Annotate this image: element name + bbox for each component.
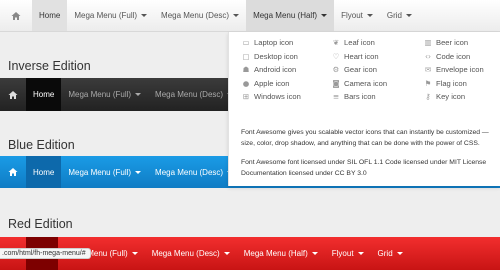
mega-license-text: Font Awesome font licensed under SIL OFL…	[241, 159, 487, 177]
chevron-down-icon	[135, 93, 142, 96]
icon-item-label: Flag icon	[436, 78, 467, 88]
nav-mega-desc-label: Mega Menu (Desc)	[155, 90, 224, 99]
code-icon: ‹›	[425, 51, 431, 61]
mega-description-text: Font Awesome gives you scalable vector i…	[241, 129, 489, 147]
nav-mega-full[interactable]: Mega Menu (Full)	[67, 0, 154, 31]
icon-item-label: Heart icon	[344, 51, 379, 61]
nav-mega-full[interactable]: Mega Menu (Full)	[61, 156, 148, 188]
icon-item-label: Android icon	[254, 65, 297, 74]
home-icon[interactable]	[0, 78, 26, 111]
icon-item-windows[interactable]: ⊞ Windows icon	[241, 92, 331, 101]
icon-item-code[interactable]: ‹› Code icon	[423, 52, 500, 61]
apple-icon: ●	[242, 78, 250, 88]
navbar-default: Home Mega Menu (Full) Mega Menu (Desc) M…	[0, 0, 500, 32]
icon-list: ▭ Laptop icon ❦ Leaf icon ▥ Beer icon ▢ Desk…	[241, 38, 490, 101]
chevron-down-icon	[141, 14, 148, 17]
icon-item-laptop[interactable]: ▭ Laptop icon	[241, 38, 331, 47]
nav-mega-full[interactable]: Mega Menu (Full)	[61, 78, 148, 111]
icon-item-label: Bars icon	[344, 92, 376, 101]
icon-item-leaf[interactable]: ❦ Leaf icon	[331, 38, 423, 47]
nav-grid[interactable]: Grid	[380, 0, 419, 31]
flag-icon: ⚑	[424, 78, 432, 88]
chevron-down-icon	[321, 14, 328, 17]
icon-item-desktop[interactable]: ▢ Desktop icon	[241, 52, 331, 61]
beer-icon: ▥	[424, 38, 432, 47]
status-url-bar: .com/html/fh-mega-menu/#	[0, 248, 91, 259]
nav-flyout-label: Flyout	[331, 249, 354, 258]
home-icon[interactable]	[0, 156, 26, 188]
nav-mega-desc-label: Mega Menu (Desc)	[151, 249, 220, 258]
icon-item-label: Windows icon	[254, 92, 301, 101]
icon-item-label: Gear icon	[344, 65, 377, 74]
icon-item-label: Beer icon	[436, 38, 469, 47]
chevron-down-icon	[406, 14, 413, 17]
gear-icon: ⚙	[332, 65, 340, 74]
nav-mega-desc[interactable]: Mega Menu (Desc)	[145, 237, 237, 270]
nav-mega-desc-label: Mega Menu (Desc)	[161, 11, 230, 20]
chevron-down-icon	[233, 14, 240, 17]
desktop-icon: ▢	[242, 51, 250, 61]
nav-mega-desc[interactable]: Mega Menu (Desc)	[148, 156, 240, 188]
icon-item-beer[interactable]: ▥ Beer icon	[423, 38, 500, 47]
mega-menu-half-panel: ▭ Laptop icon ❦ Leaf icon ▥ Beer icon ▢ Desk…	[228, 32, 500, 186]
nav-flyout[interactable]: Flyout	[325, 237, 371, 270]
icon-item-label: Apple icon	[254, 78, 290, 88]
nav-home-link[interactable]: Home	[26, 78, 62, 111]
icon-item-label: Laptop icon	[254, 38, 294, 47]
chevron-down-icon	[311, 252, 318, 255]
icon-item-label: Envelope icon	[436, 65, 484, 74]
nav-mega-half-label: Mega Menu (Half)	[253, 11, 318, 20]
nav-mega-full-label: Mega Menu (Full)	[68, 167, 132, 177]
nav-flyout[interactable]: Flyout	[334, 0, 380, 31]
red-edition-title: Red Edition	[8, 217, 73, 231]
windows-icon: ⊞	[242, 92, 250, 101]
nav-mega-half[interactable]: Mega Menu (Half)	[246, 0, 335, 31]
chevron-down-icon	[366, 14, 373, 17]
nav-mega-desc[interactable]: Mega Menu (Desc)	[154, 0, 246, 31]
chevron-down-icon	[131, 252, 138, 255]
nav-mega-full-label: Mega Menu (Full)	[74, 11, 138, 20]
envelope-icon: ✉	[424, 65, 432, 74]
icon-item-envelope[interactable]: ✉ Envelope icon	[423, 65, 500, 74]
icon-item-label: Code icon	[436, 51, 471, 61]
icon-item-label: Desktop icon	[254, 51, 298, 61]
nav-grid-label: Grid	[377, 249, 393, 258]
icon-item-android[interactable]: ☗ Android icon	[241, 65, 331, 74]
nav-mega-half[interactable]: Mega Menu (Half)	[237, 237, 325, 270]
nav-mega-half-label: Mega Menu (Half)	[243, 249, 308, 258]
icon-item-gear[interactable]: ⚙ Gear icon	[331, 65, 423, 74]
icon-item-flag[interactable]: ⚑ Flag icon	[423, 79, 500, 88]
laptop-icon: ▭	[242, 38, 250, 47]
nav-grid[interactable]: Grid	[371, 237, 410, 270]
nav-home-link[interactable]: Home	[32, 0, 68, 31]
nav-mega-full-label: Mega Menu (Full)	[68, 90, 132, 99]
bars-icon: ≡	[332, 92, 340, 101]
android-icon: ☗	[242, 65, 250, 74]
camera-icon: ◙	[332, 78, 340, 88]
chevron-down-icon	[223, 252, 230, 255]
nav-mega-desc-label: Mega Menu (Desc)	[155, 167, 224, 177]
icon-item-apple[interactable]: ● Apple icon	[241, 79, 331, 88]
leaf-icon: ❦	[332, 38, 340, 47]
home-icon[interactable]	[0, 0, 32, 31]
chevron-down-icon	[135, 170, 142, 174]
nav-mega-desc[interactable]: Mega Menu (Desc)	[148, 78, 240, 111]
icon-item-label: Leaf icon	[344, 38, 375, 47]
icon-item-label: Key icon	[436, 92, 466, 101]
icon-item-label: Camera icon	[344, 78, 388, 88]
nav-home-link[interactable]: Home	[26, 156, 62, 188]
inverse-edition-title: Inverse Edition	[8, 59, 91, 73]
nav-grid-label: Grid	[386, 11, 403, 20]
icon-item-key[interactable]: ⚷ Key icon	[423, 92, 500, 101]
blue-edition-title: Blue Edition	[8, 138, 75, 152]
chevron-down-icon	[357, 252, 364, 255]
icon-item-camera[interactable]: ◙ Camera icon	[331, 79, 423, 88]
key-icon: ⚷	[425, 92, 431, 101]
chevron-down-icon	[396, 252, 403, 255]
heart-icon: ♡	[332, 51, 340, 61]
icon-item-bars[interactable]: ≡ Bars icon	[331, 92, 423, 101]
nav-flyout-label: Flyout	[341, 11, 363, 20]
icon-item-heart[interactable]: ♡ Heart icon	[331, 52, 423, 61]
